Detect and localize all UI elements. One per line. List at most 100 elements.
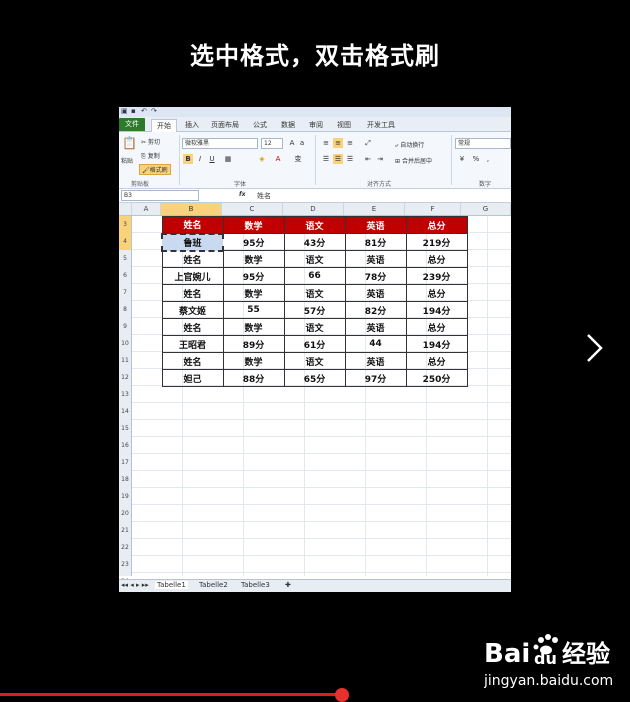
table-cell[interactable]: 姓名 bbox=[161, 250, 224, 268]
table-cell[interactable]: 61分 bbox=[283, 335, 346, 353]
row-header[interactable]: 4 bbox=[119, 233, 131, 250]
row-header[interactable]: 6 bbox=[119, 267, 131, 284]
table-cell[interactable]: 数学 bbox=[222, 250, 285, 268]
column-header-g[interactable]: G bbox=[461, 203, 511, 215]
comma-icon[interactable]: , bbox=[483, 154, 493, 164]
table-cell[interactable]: 蔡文姬 bbox=[161, 301, 224, 319]
row-header[interactable]: 9 bbox=[119, 318, 131, 335]
row-header[interactable]: 12 bbox=[119, 369, 131, 386]
sheet-nav-icon[interactable]: ◂◂ ◂ ▸ ▸▸ bbox=[121, 581, 149, 589]
table-cell[interactable]: 总分 bbox=[405, 284, 468, 302]
table-cell[interactable]: 总分 bbox=[405, 250, 468, 268]
row-header[interactable]: 17 bbox=[119, 454, 131, 471]
row-header[interactable]: 8 bbox=[119, 301, 131, 318]
row-header[interactable]: 16 bbox=[119, 437, 131, 454]
font-color-icon[interactable]: A bbox=[273, 154, 283, 164]
table-cell[interactable]: 81分 bbox=[344, 233, 407, 251]
sheet-tab-1[interactable]: Tabelle1 bbox=[155, 581, 188, 589]
table-cell[interactable]: 姓名 bbox=[161, 352, 224, 370]
row-header[interactable]: 19 bbox=[119, 488, 131, 505]
table-cell[interactable]: 数学 bbox=[222, 352, 285, 370]
new-sheet-icon[interactable]: ✚ bbox=[285, 581, 291, 589]
paste-button[interactable]: 粘贴 bbox=[121, 156, 133, 165]
table-cell[interactable]: 82分 bbox=[344, 301, 407, 319]
table-cell[interactable]: 95分 bbox=[222, 267, 285, 285]
table-cell[interactable]: 总分 bbox=[405, 352, 468, 370]
table-header-cell[interactable]: 姓名 bbox=[161, 216, 224, 234]
table-cell[interactable]: 鲁班 bbox=[161, 232, 224, 252]
underline-icon[interactable]: U bbox=[207, 154, 217, 164]
formula-input[interactable]: 姓名 bbox=[257, 191, 271, 201]
video-progress-bar[interactable] bbox=[0, 693, 343, 696]
fill-color-icon[interactable]: ◈ bbox=[257, 154, 267, 164]
table-cell[interactable]: 250分 bbox=[405, 369, 468, 387]
orientation-icon[interactable]: ⤢ bbox=[363, 138, 373, 148]
table-cell[interactable]: 总分 bbox=[405, 318, 468, 336]
table-cell[interactable]: 239分 bbox=[405, 267, 468, 285]
row-header[interactable]: 13 bbox=[119, 386, 131, 403]
table-cell[interactable]: 57分 bbox=[283, 301, 346, 319]
italic-icon[interactable]: I bbox=[195, 154, 205, 164]
table-cell[interactable]: 英语 bbox=[344, 352, 407, 370]
table-header-cell[interactable]: 总分 bbox=[405, 216, 468, 234]
tab-file[interactable]: 文件 bbox=[119, 118, 145, 131]
table-header-cell[interactable]: 数学 bbox=[222, 216, 285, 234]
table-cell[interactable]: 65分 bbox=[283, 369, 346, 387]
tab-formulas[interactable]: 公式 bbox=[249, 119, 271, 131]
row-header[interactable]: 5 bbox=[119, 250, 131, 267]
row-header[interactable]: 21 bbox=[119, 522, 131, 539]
table-cell[interactable]: 43分 bbox=[283, 233, 346, 251]
table-header-cell[interactable]: 语文 bbox=[283, 216, 346, 234]
percent-icon[interactable]: % bbox=[471, 154, 481, 164]
row-header[interactable]: 3 bbox=[119, 216, 131, 233]
tab-home[interactable]: 开始 bbox=[151, 119, 177, 132]
table-cell[interactable]: 语文 bbox=[283, 352, 346, 370]
align-bottom-icon[interactable]: ≡ bbox=[345, 138, 355, 148]
format-painter-button[interactable]: 🖌格式刷 bbox=[139, 164, 171, 175]
decrease-indent-icon[interactable]: ⇤ bbox=[363, 154, 373, 164]
column-header-e[interactable]: E bbox=[344, 203, 405, 215]
table-cell[interactable]: 88分 bbox=[222, 369, 285, 387]
font-name-select[interactable]: 微软雅黑 bbox=[182, 138, 258, 149]
align-right-icon[interactable]: ☰ bbox=[345, 154, 355, 164]
row-header[interactable]: 10 bbox=[119, 335, 131, 352]
undo-icon[interactable]: ↶ bbox=[141, 107, 147, 115]
align-top-icon[interactable]: ≡ bbox=[321, 138, 331, 148]
table-cell[interactable]: 55 bbox=[222, 301, 285, 319]
increase-indent-icon[interactable]: ⇥ bbox=[375, 154, 385, 164]
tab-review[interactable]: 审阅 bbox=[305, 119, 327, 131]
row-header[interactable]: 20 bbox=[119, 505, 131, 522]
table-cell[interactable]: 英语 bbox=[344, 250, 407, 268]
table-cell[interactable]: 姓名 bbox=[161, 284, 224, 302]
cut-button[interactable]: ✂ 剪切 bbox=[141, 137, 160, 146]
table-cell[interactable]: 语文 bbox=[283, 250, 346, 268]
table-cell[interactable]: 219分 bbox=[405, 233, 468, 251]
table-cell[interactable]: 89分 bbox=[222, 335, 285, 353]
table-cell[interactable]: 妲己 bbox=[161, 369, 224, 387]
column-header-c[interactable]: C bbox=[222, 203, 283, 215]
table-cell[interactable]: 78分 bbox=[344, 267, 407, 285]
row-header[interactable]: 11 bbox=[119, 352, 131, 369]
tab-developer[interactable]: 开发工具 bbox=[363, 119, 399, 131]
table-cell[interactable]: 英语 bbox=[344, 284, 407, 302]
font-size-select[interactable]: 12 bbox=[261, 138, 283, 149]
redo-icon[interactable]: ↷ bbox=[151, 107, 157, 115]
table-cell[interactable]: 194分 bbox=[405, 301, 468, 319]
row-header[interactable]: 15 bbox=[119, 420, 131, 437]
align-left-icon[interactable]: ☰ bbox=[321, 154, 331, 164]
table-cell[interactable]: 97分 bbox=[344, 369, 407, 387]
name-box[interactable]: B3 bbox=[121, 190, 199, 201]
bold-icon[interactable]: B bbox=[183, 154, 193, 164]
table-cell[interactable]: 44 bbox=[344, 335, 407, 353]
row-header[interactable]: 7 bbox=[119, 284, 131, 301]
table-cell[interactable]: 王昭君 bbox=[161, 335, 224, 353]
align-center-icon[interactable]: ☰ bbox=[333, 154, 343, 164]
table-cell[interactable]: 66 bbox=[283, 267, 346, 285]
fx-icon[interactable]: fx bbox=[239, 191, 245, 198]
align-middle-icon[interactable]: ≡ bbox=[333, 138, 343, 148]
column-header-d[interactable]: D bbox=[283, 203, 344, 215]
shrink-font-icon[interactable]: a bbox=[297, 138, 307, 148]
paste-icon[interactable]: 📋 bbox=[122, 136, 137, 150]
sheet-tab-2[interactable]: Tabelle2 bbox=[199, 581, 228, 589]
next-arrow-icon[interactable] bbox=[584, 332, 606, 364]
